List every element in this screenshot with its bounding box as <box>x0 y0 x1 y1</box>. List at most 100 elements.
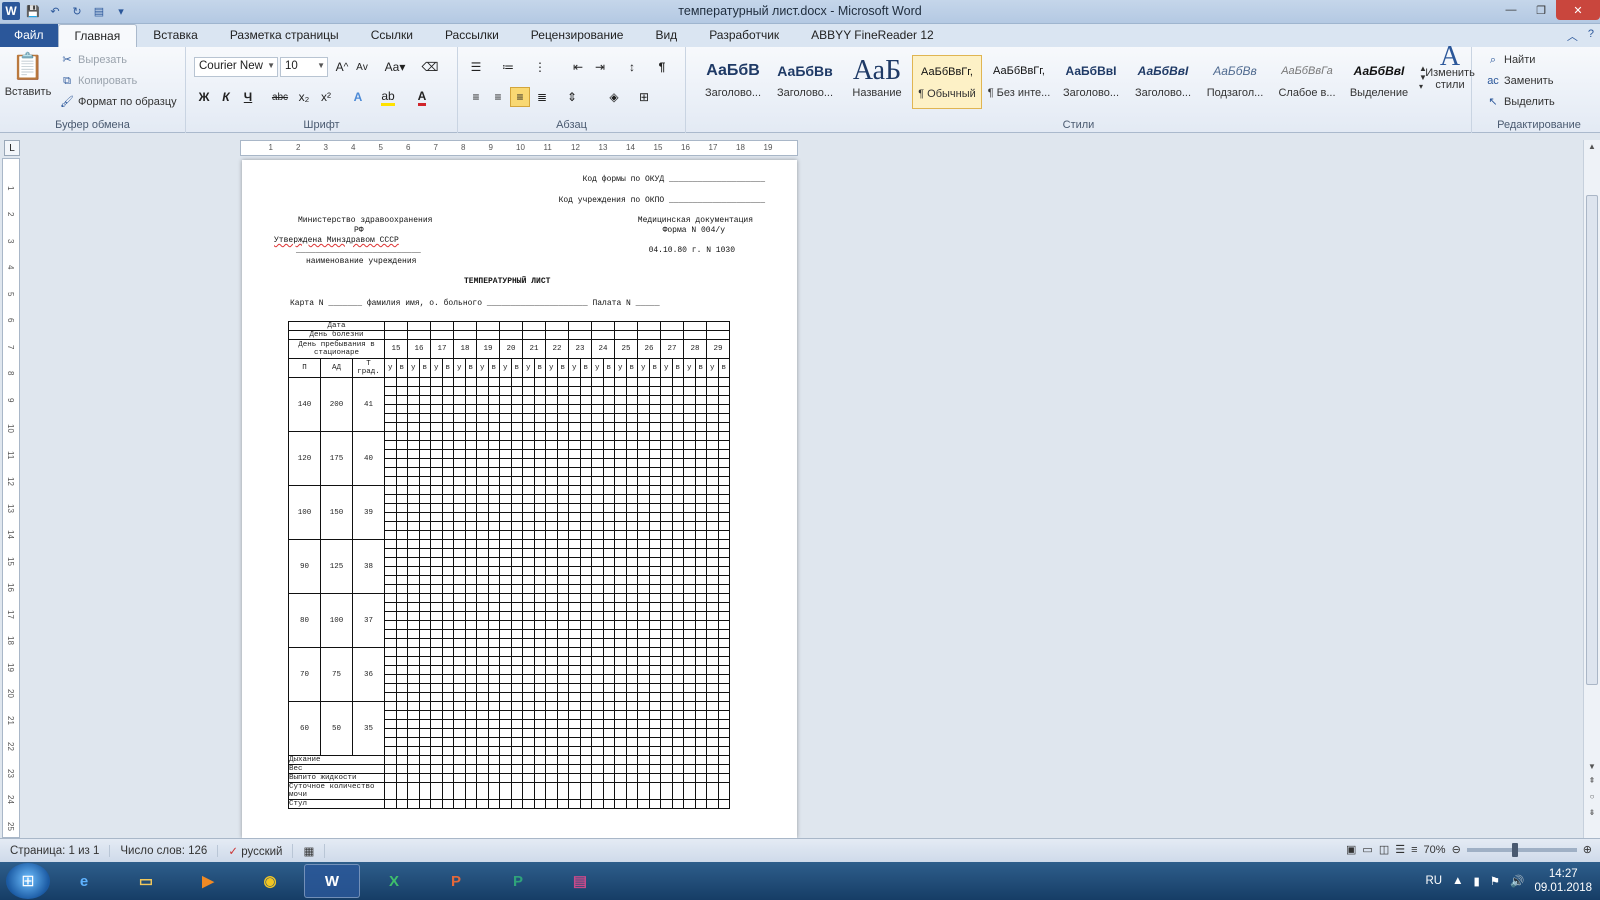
multilevel-list-icon[interactable]: ⋮ <box>530 57 550 77</box>
input-language[interactable]: RU <box>1425 875 1442 887</box>
bullets-icon[interactable]: ☰ <box>466 57 486 77</box>
show-marks-icon[interactable]: ¶ <box>652 57 672 77</box>
winrar-icon[interactable]: ▤ <box>552 864 608 898</box>
copy-button[interactable]: ⧉ Копировать <box>60 74 137 88</box>
network-icon[interactable]: ▮ <box>1473 874 1479 888</box>
scroll-down-icon[interactable]: ▼ <box>1586 762 1598 774</box>
font-color-button[interactable]: A <box>412 87 432 107</box>
shrink-font-button[interactable]: Av <box>352 57 372 77</box>
replace-button[interactable]: ac Заменить <box>1486 74 1553 88</box>
next-page-icon[interactable]: ⇟ <box>1586 808 1598 820</box>
bold-button[interactable]: Ж <box>194 87 214 107</box>
draft-icon[interactable]: ≡ <box>1411 844 1417 856</box>
justify-icon[interactable]: ≣ <box>532 87 552 107</box>
sort-icon[interactable]: ↕ <box>622 57 642 77</box>
word-count[interactable]: Число слов: 126 <box>110 844 219 857</box>
browse-object-icon[interactable]: ○ <box>1586 792 1598 804</box>
clock[interactable]: 14:27 09.01.2018 <box>1534 867 1592 895</box>
powerpoint-icon[interactable]: P <box>428 864 484 898</box>
align-center-icon[interactable]: ≡ <box>488 87 508 107</box>
align-left-icon[interactable]: ≡ <box>466 87 486 107</box>
clear-format-icon[interactable]: ⌫ <box>420 57 440 77</box>
volume-icon[interactable]: 🔊 <box>1510 874 1524 888</box>
borders-icon[interactable]: ⊞ <box>634 87 654 107</box>
font-name-combo[interactable]: Courier New ▼ <box>194 57 278 77</box>
tab-review[interactable]: Рецензирование <box>515 24 640 47</box>
select-button[interactable]: ↖ Выделить <box>1486 95 1554 109</box>
excel-icon[interactable]: X <box>366 864 422 898</box>
strikethrough-button[interactable]: abc <box>268 87 292 107</box>
align-right-icon[interactable]: ≡ <box>510 87 530 107</box>
style-no-spacing[interactable]: АаБбВвГг, ¶ Без инте... <box>984 55 1054 109</box>
tab-abbyy[interactable]: ABBYY FineReader 12 <box>795 24 950 47</box>
style-heading1[interactable]: АаБбВ Заголово... <box>698 55 768 109</box>
highlight-button[interactable]: ab <box>378 87 398 107</box>
internet-explorer-icon[interactable]: e <box>56 864 112 898</box>
style-subtitle[interactable]: АаБбВв Подзагол... <box>1200 55 1270 109</box>
line-spacing-icon[interactable]: ⇕ <box>562 87 582 107</box>
macro-icon[interactable]: ▦ <box>293 843 326 858</box>
word-taskbar-icon[interactable]: W <box>304 864 360 898</box>
help-icon[interactable]: ? <box>1588 28 1594 44</box>
web-layout-icon[interactable]: ◫ <box>1379 843 1389 856</box>
publisher-icon[interactable]: P <box>490 864 546 898</box>
prev-page-icon[interactable]: ⇞ <box>1586 776 1598 788</box>
tab-references[interactable]: Ссылки <box>355 24 429 47</box>
increase-indent-icon[interactable]: ⇥ <box>590 57 610 77</box>
grow-font-button[interactable]: A ^ <box>332 57 352 77</box>
zoom-level[interactable]: 70% <box>1424 844 1446 856</box>
font-size-combo[interactable]: 10 ▼ <box>280 57 328 77</box>
minimize-button[interactable]: — <box>1496 0 1526 20</box>
underline-button[interactable]: Ч <box>238 87 258 107</box>
shading-icon[interactable]: ◈ <box>604 87 624 107</box>
find-button[interactable]: ⌕ Найти <box>1486 53 1535 67</box>
decrease-indent-icon[interactable]: ⇤ <box>568 57 588 77</box>
style-heading4[interactable]: АаБбВвI Заголово... <box>1128 55 1198 109</box>
superscript-button[interactable]: x² <box>316 87 336 107</box>
flag-icon[interactable]: ⚑ <box>1490 874 1500 888</box>
tab-home[interactable]: Главная <box>57 24 138 47</box>
print-layout-icon[interactable]: ▣ <box>1346 843 1356 856</box>
change-styles-button[interactable]: A Изменить стили <box>1425 43 1475 92</box>
close-button[interactable]: ✕ <box>1556 0 1600 20</box>
subscript-button[interactable]: x₂ <box>294 87 314 107</box>
maximize-button[interactable]: ❐ <box>1526 0 1556 20</box>
style-emphasis[interactable]: АаБбВвI Выделение <box>1344 55 1414 109</box>
reading-layout-icon[interactable]: ▭ <box>1362 843 1372 856</box>
style-title[interactable]: АаБ Название <box>842 55 912 109</box>
tab-developer[interactable]: Разработчик <box>693 24 795 47</box>
change-case-button[interactable]: Aa▾ <box>382 57 408 77</box>
scroll-up-icon[interactable]: ▲ <box>1586 142 1598 154</box>
zoom-slider-knob[interactable] <box>1511 842 1518 857</box>
tab-mailings[interactable]: Рассылки <box>429 24 515 47</box>
paste-button[interactable]: 📋 Вставить <box>5 51 52 98</box>
tab-file[interactable]: Файл <box>0 24 58 47</box>
italic-button[interactable]: К <box>216 87 236 107</box>
numbering-icon[interactable]: ≔ <box>498 57 518 77</box>
tab-view[interactable]: Вид <box>639 24 693 47</box>
scroll-thumb[interactable] <box>1586 195 1598 685</box>
show-hidden-icons-icon[interactable]: ▲ <box>1452 875 1463 887</box>
outline-icon[interactable]: ☰ <box>1395 843 1405 856</box>
zoom-in-icon[interactable]: ⊕ <box>1583 843 1592 856</box>
vertical-scrollbar[interactable]: ▲ ▼ ⇞ ○ ⇟ <box>1583 140 1600 838</box>
proofing-language[interactable]: ✓ русский <box>218 843 294 858</box>
document-page[interactable]: Код формы по ОКУД ____________________ К… <box>242 160 797 838</box>
minimize-ribbon-icon[interactable]: ︿ <box>1567 28 1578 44</box>
horizontal-ruler[interactable]: 1 2 3 4 5 6 7 8 9 10 11 12 13 14 15 16 17 18 19 <box>240 140 798 156</box>
media-player-icon[interactable]: ▶ <box>180 864 236 898</box>
zoom-out-icon[interactable]: ⊖ <box>1452 843 1461 856</box>
chrome-icon[interactable]: ◉ <box>242 864 298 898</box>
style-subtle-emphasis[interactable]: АаБбВвГа Слабое в... <box>1272 55 1342 109</box>
style-heading3[interactable]: АаБбВвI Заголово... <box>1056 55 1126 109</box>
style-normal[interactable]: АаБбВвГг, ¶ Обычный <box>912 55 982 109</box>
page-count[interactable]: Страница: 1 из 1 <box>0 844 111 857</box>
format-painter-button[interactable]: 🖌 Формат по образцу <box>60 95 177 109</box>
text-effects-button[interactable]: A <box>348 87 368 107</box>
tab-insert[interactable]: Вставка <box>137 24 214 47</box>
start-button[interactable]: ⊞ <box>6 863 50 899</box>
style-heading2[interactable]: АаБбВв Заголово... <box>770 55 840 109</box>
cut-button[interactable]: ✂ Вырезать <box>60 53 127 67</box>
explorer-icon[interactable]: ▭ <box>118 864 174 898</box>
tab-selector[interactable]: L <box>4 140 20 156</box>
